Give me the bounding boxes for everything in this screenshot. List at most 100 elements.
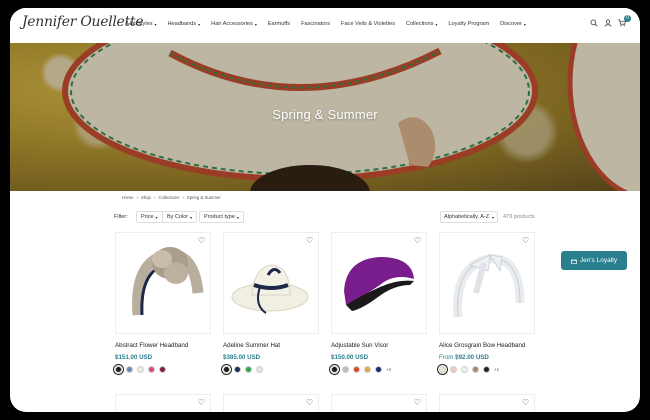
color-swatches: +2 — [329, 364, 427, 375]
account-icon[interactable] — [604, 19, 612, 27]
wishlist-heart-icon[interactable]: ♡ — [522, 398, 529, 407]
color-swatch[interactable] — [256, 366, 263, 373]
color-swatch[interactable] — [148, 366, 155, 373]
product-card-partial[interactable]: ♡ — [331, 394, 427, 412]
color-swatch[interactable] — [329, 364, 340, 375]
bow-headband-image — [453, 254, 525, 318]
chevron-down-icon: ▾ — [198, 21, 201, 27]
breadcrumb-separator: › — [136, 195, 138, 200]
color-swatch[interactable] — [234, 366, 241, 373]
sun-visor-image — [344, 257, 414, 311]
product-card-partial[interactable]: ♡ — [115, 394, 211, 412]
breadcrumb-shop[interactable]: Shop — [141, 195, 151, 200]
nav-item-hair-accessories[interactable]: Hair Accessories ▾ — [211, 21, 257, 27]
breadcrumb-collections[interactable]: Collections — [158, 195, 179, 200]
product-price: $150.00 USD — [331, 354, 369, 361]
color-swatch[interactable] — [483, 366, 490, 373]
product-card[interactable]: ♡ Alice Grosgrain Bow Headband From $92.… — [437, 232, 535, 375]
header-icons: 0 — [590, 15, 631, 29]
summer-hat-image — [231, 264, 309, 314]
color-swatch[interactable] — [126, 366, 133, 373]
color-filter[interactable]: By Color ▾ — [162, 211, 198, 223]
nav-item-loyalty-program[interactable]: Loyalty Program — [448, 21, 489, 27]
color-swatch[interactable] — [159, 366, 166, 373]
gift-icon — [571, 259, 577, 264]
headband-image — [132, 247, 204, 316]
color-swatch[interactable] — [450, 366, 457, 373]
color-swatch[interactable] — [245, 366, 252, 373]
chevron-down-icon: ▾ — [491, 214, 494, 220]
chevron-down-icon: ▾ — [236, 214, 239, 220]
breadcrumb-separator: › — [182, 195, 184, 200]
product-price: $385.00 USD — [223, 354, 261, 361]
wishlist-heart-icon[interactable]: ♡ — [198, 236, 205, 245]
product-price: $151.00 USD — [115, 354, 153, 361]
chevron-down-icon: ▾ — [435, 21, 438, 27]
product-card[interactable]: ♡ Abstract Flower Headband $151.00 USD — [113, 232, 211, 375]
product-image[interactable]: ♡ — [439, 232, 535, 334]
nav-item-headbands[interactable]: Headbands ▾ — [168, 21, 201, 27]
breadcrumb-home[interactable]: Home — [122, 195, 133, 200]
color-swatch[interactable] — [375, 366, 382, 373]
brand-logo[interactable]: Jennifer Ouellette — [22, 14, 143, 30]
product-name[interactable]: Abstract Flower Headband — [115, 342, 211, 349]
wishlist-heart-icon[interactable]: ♡ — [414, 398, 421, 407]
wishlist-heart-icon[interactable]: ♡ — [198, 398, 205, 407]
nav-item-face-veils[interactable]: Face Veils & Violettes — [341, 21, 395, 27]
nav-item-hat-styles[interactable]: Hat Styles ▾ — [127, 21, 157, 27]
product-name[interactable]: Adjustable Sun Visor — [331, 342, 427, 349]
wishlist-heart-icon[interactable]: ♡ — [522, 236, 529, 245]
sort-select[interactable]: Alphabetically, A-Z ▾ — [440, 211, 498, 223]
browser-frame: Jennifer Ouellette Hat Styles ▾ Headbands… — [10, 8, 640, 412]
product-price: From $92.00 USD — [439, 354, 489, 361]
nav-item-earmuffs[interactable]: Earmuffs — [268, 21, 290, 27]
cart-count-badge: 0 — [624, 15, 631, 22]
nav-item-discover[interactable]: Discover ▾ — [500, 21, 526, 27]
product-image[interactable]: ♡ — [223, 232, 319, 334]
main-nav: Hat Styles ▾ Headbands ▾ Hair Accessories ▾… — [127, 21, 537, 27]
product-card[interactable]: ♡ Adeline Summer Hat $385.00 USD — [221, 232, 319, 375]
product-image[interactable]: ♡ — [115, 232, 211, 334]
product-card-partial[interactable]: ♡ — [223, 394, 319, 412]
chevron-down-icon: ▾ — [154, 21, 157, 27]
color-swatches — [113, 364, 211, 375]
product-card[interactable]: ♡ Adjustable Sun Visor $150.00 USD +2 — [329, 232, 427, 375]
product-name[interactable]: Alice Grosgrain Bow Headband — [439, 342, 535, 349]
color-swatch[interactable] — [353, 366, 360, 373]
product-name[interactable]: Adeline Summer Hat — [223, 342, 319, 349]
color-swatch[interactable] — [364, 366, 371, 373]
color-swatch[interactable] — [437, 364, 448, 375]
color-swatches: +1 — [437, 364, 535, 375]
product-type-filter[interactable]: Product type ▾ — [199, 211, 244, 223]
color-swatch[interactable] — [461, 366, 468, 373]
wishlist-heart-icon[interactable]: ♡ — [306, 236, 313, 245]
filter-label: Filter: — [114, 214, 128, 220]
chevron-down-icon: ▾ — [254, 21, 257, 27]
wishlist-heart-icon[interactable]: ♡ — [306, 398, 313, 407]
color-swatch[interactable] — [342, 366, 349, 373]
breadcrumb: Home › Shop › Collections › Spring & Sum… — [122, 195, 221, 200]
color-swatch[interactable] — [113, 364, 124, 375]
cart-button[interactable]: 0 — [618, 15, 631, 29]
color-swatch[interactable] — [137, 366, 144, 373]
nav-item-collections[interactable]: Collections ▾ — [406, 21, 437, 27]
color-swatches — [221, 364, 319, 375]
color-swatch[interactable] — [472, 366, 479, 373]
wishlist-heart-icon[interactable]: ♡ — [414, 236, 421, 245]
filter-bar: Filter: Price ▾ By Color ▾ Product type ▾ A… — [114, 211, 536, 225]
product-card-partial[interactable]: ♡ — [439, 394, 535, 412]
price-filter[interactable]: Price ▾ — [136, 211, 163, 223]
chevron-down-icon: ▾ — [523, 21, 526, 27]
nav-item-fascinators[interactable]: Fascinators — [301, 21, 330, 27]
loyalty-button[interactable]: Jen's Loyalty — [561, 251, 627, 270]
search-icon[interactable] — [590, 19, 598, 27]
breadcrumb-current: Spring & Summer — [186, 195, 221, 200]
hero-banner: Spring & Summer — [10, 43, 640, 191]
product-count: 479 products — [503, 214, 535, 220]
more-colors-count[interactable]: +2 — [386, 367, 391, 372]
color-swatch[interactable] — [221, 364, 232, 375]
chevron-down-icon: ▾ — [155, 214, 158, 220]
more-colors-count[interactable]: +1 — [494, 367, 499, 372]
product-image[interactable]: ♡ — [331, 232, 427, 334]
hero-title: Spring & Summer — [272, 107, 378, 122]
